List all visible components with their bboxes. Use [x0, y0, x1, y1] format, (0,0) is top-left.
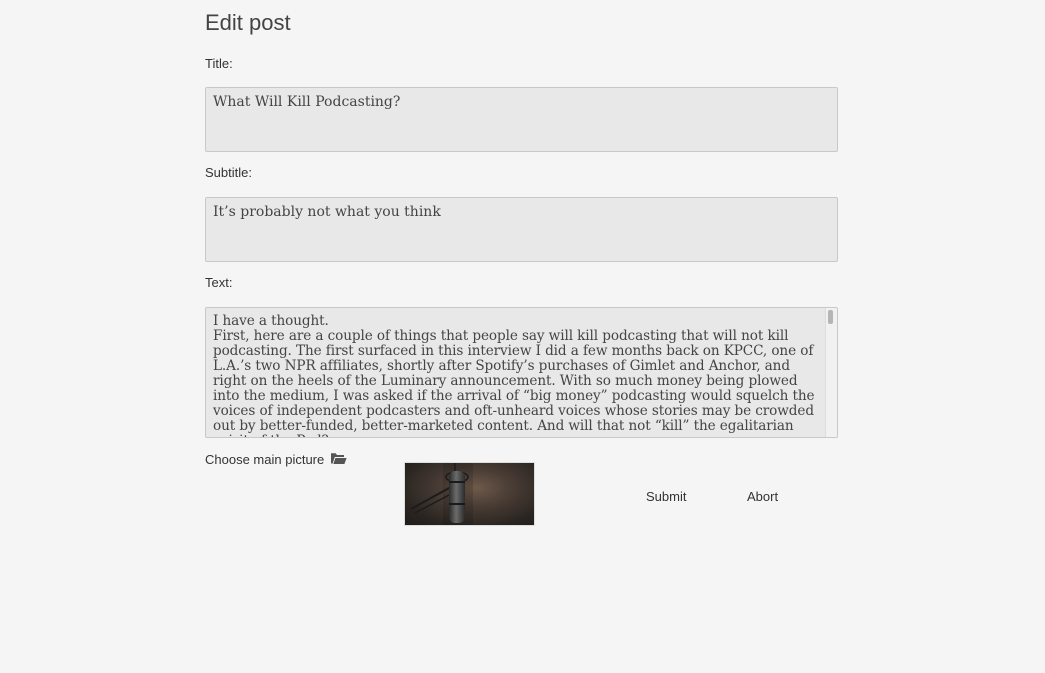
folder-open-icon[interactable] [330, 451, 347, 468]
text-scrollbar[interactable] [825, 308, 837, 437]
page-title: Edit post [205, 10, 291, 35]
microphone-picture [410, 463, 473, 525]
title-field[interactable]: What Will Kill Podcasting? [205, 87, 838, 152]
subtitle-field[interactable]: It’s probably not what you think [205, 197, 838, 262]
text-content: I have a thought. First, here are a coup… [213, 314, 823, 438]
text-paragraph: I have a thought. [213, 313, 329, 329]
scrollbar-thumb[interactable] [828, 310, 833, 324]
subtitle-label: Subtitle: [205, 165, 252, 180]
text-label: Text: [205, 275, 233, 290]
choose-picture-button[interactable]: Choose main picture [205, 451, 347, 468]
main-picture-thumbnail [404, 462, 535, 526]
title-value: What Will Kill Podcasting? [213, 94, 401, 110]
abort-button[interactable]: Abort [747, 489, 778, 504]
text-paragraph: First, here are a couple of things that … [213, 328, 815, 438]
submit-button[interactable]: Submit [646, 489, 686, 504]
subtitle-value: It’s probably not what you think [213, 204, 441, 220]
choose-picture-label: Choose main picture [205, 452, 325, 467]
title-label: Title: [205, 56, 233, 71]
text-field[interactable]: I have a thought. First, here are a coup… [205, 307, 838, 438]
